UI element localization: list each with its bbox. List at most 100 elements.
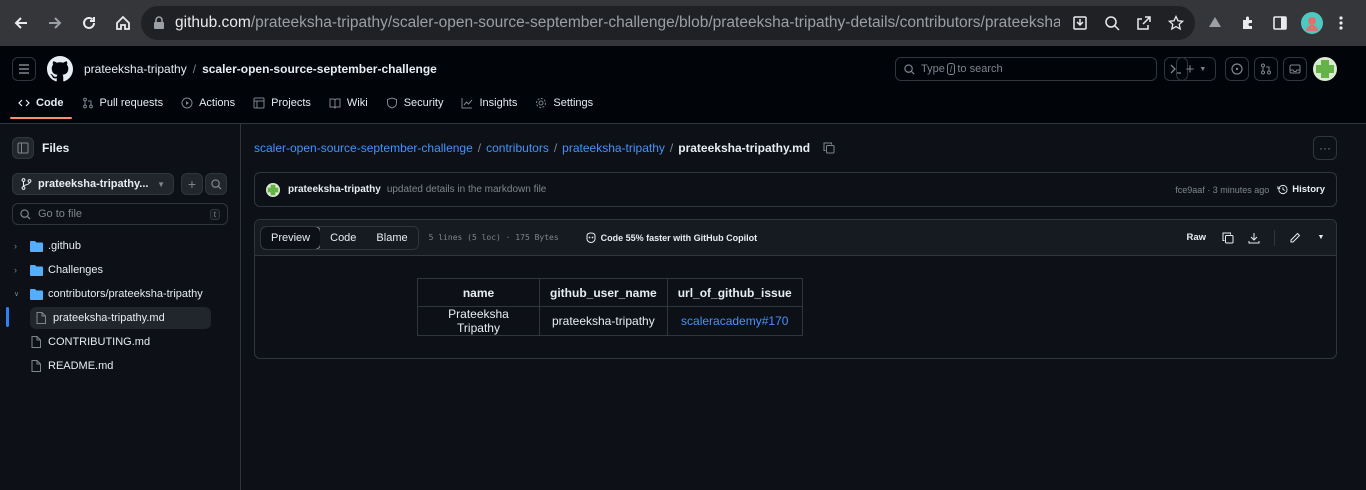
tab-insights[interactable]: Insights [453,94,525,119]
more-options-button[interactable]: ··· [1313,136,1337,160]
tree-file-readme[interactable]: README.md [31,355,113,377]
tab-code-view[interactable]: Code [320,226,367,249]
tree-folder-contributors[interactable]: ∨ contributors/prateeksha-tripathy [14,283,203,305]
breadcrumb-dir-user[interactable]: prateeksha-tripathy [562,141,665,155]
file-header: Preview Code Blame 5 lines (5 loc) · 175… [255,220,1336,256]
tree-folder-github[interactable]: › .github [14,235,81,257]
history-button[interactable]: History [1277,184,1325,195]
github-logo-icon[interactable] [47,56,73,82]
download-icon[interactable] [1244,227,1264,249]
copilot-text: Code 55% faster with GitHub Copilot [600,232,758,243]
tree-label: README.md [48,360,114,372]
tab-label: Actions [199,97,236,109]
table-icon [253,97,265,109]
search-icon [210,178,222,190]
back-arrow-icon[interactable] [7,9,35,37]
user-avatar[interactable] [1313,57,1337,81]
repo-name-link[interactable]: scaler-open-source-september-challenge [202,62,437,76]
commit-author[interactable]: prateeksha-tripathy [288,184,381,195]
collapse-sidebar-button[interactable] [12,137,34,159]
edit-pencil-icon[interactable] [1285,227,1305,249]
pull-requests-button[interactable] [1254,57,1278,81]
commit-meta[interactable]: fce9aaf · 3 minutes ago [1175,185,1269,195]
tab-label: Security [403,97,444,109]
tab-label: Wiki [346,97,368,109]
sidepanel-icon[interactable] [1272,0,1288,46]
chevron-down-icon[interactable]: ▼ [1311,227,1331,249]
create-new-button[interactable]: + ▼ [1176,57,1216,81]
history-icon [1277,184,1288,195]
tree-file-contributing[interactable]: CONTRIBUTING.md [31,331,150,353]
file-breadcrumb: scaler-open-source-september-challenge /… [254,141,835,155]
search-icon [904,63,915,75]
add-file-button[interactable]: + [181,173,203,195]
copilot-promo[interactable]: Code 55% faster with GitHub Copilot [585,232,758,243]
copy-raw-icon[interactable] [1218,227,1238,249]
commit-message[interactable]: updated details in the markdown file [387,184,547,195]
search-placeholder-suffix: to search [957,63,1003,75]
install-app-icon[interactable] [1069,12,1091,34]
tab-code[interactable]: Code [10,94,72,119]
goto-file-input[interactable]: Go to file t [12,203,228,225]
tab-actions[interactable]: Actions [173,94,243,119]
extensions-puzzle-icon[interactable] [1240,0,1256,46]
reload-icon[interactable] [75,9,103,37]
goto-placeholder: Go to file [38,208,83,220]
address-bar[interactable]: github.com/prateeksha-tripathy/scaler-op… [141,6,1195,40]
tab-wiki[interactable]: Wiki [321,94,376,119]
copilot-icon [586,232,596,243]
forward-arrow-icon[interactable] [41,9,69,37]
tab-projects[interactable]: Projects [245,94,319,119]
repo-breadcrumb: prateeksha-tripathy / scaler-open-source… [84,62,437,76]
tree-folder-challenges[interactable]: › Challenges [14,259,103,281]
home-icon[interactable] [109,9,137,37]
tab-label: Settings [553,97,594,109]
profile-avatar[interactable] [1301,0,1323,46]
breadcrumb-separator: / [669,141,674,155]
inbox-button[interactable] [1283,57,1307,81]
table-header: name [417,278,540,307]
tab-pull-requests[interactable]: Pull requests [74,94,172,119]
share-icon[interactable] [1133,12,1155,34]
breadcrumb-separator: / [553,141,558,155]
url-text: github.com/prateeksha-tripathy/scaler-op… [175,14,1060,32]
tab-preview[interactable]: Preview [260,226,322,249]
avatar [266,182,280,197]
breadcrumb-dir-contributors[interactable]: contributors [486,141,549,155]
lock-icon[interactable] [153,16,165,30]
breadcrumb-separator: / [477,141,482,155]
search-files-button[interactable] [205,173,227,195]
raw-button[interactable]: Raw [1180,227,1212,249]
history-label: History [1292,184,1325,195]
tab-label: Pull requests [99,97,164,109]
tree-file-selected[interactable]: prateeksha-tripathy.md [30,307,211,329]
tab-settings[interactable]: Settings [527,94,601,119]
bookmark-star-icon[interactable] [1165,12,1187,34]
chrome-menu-icon[interactable] [1338,0,1344,46]
search-input[interactable]: Type / to search [895,57,1157,81]
file-info: 5 lines (5 loc) · 175 Bytes [428,233,559,242]
hamburger-menu-button[interactable] [12,57,36,81]
zoom-icon[interactable] [1101,12,1123,34]
copy-path-icon[interactable] [823,142,835,154]
play-icon [181,97,193,109]
branch-selector[interactable]: prateeksha-tripathy... ▼ [12,173,174,195]
breadcrumb-repo-link[interactable]: scaler-open-source-september-challenge [254,141,473,155]
drive-extension-icon[interactable] [1207,0,1223,46]
issue-link[interactable]: scaleracademy#170 [681,314,788,328]
graph-icon [461,98,473,109]
kebab-horizontal-icon: ··· [1319,141,1331,155]
search-icon [20,208,31,220]
tab-security[interactable]: Security [378,94,452,119]
issues-button[interactable] [1225,57,1249,81]
file-viewer: Preview Code Blame 5 lines (5 loc) · 175… [254,219,1337,359]
chevron-down-icon: ▼ [1199,65,1207,73]
tab-label: Code [36,97,64,109]
folder-open-icon [30,288,43,300]
chevron-down-icon: ∨ [14,291,20,298]
table-cell: prateeksha-tripathy [539,306,668,336]
tab-blame[interactable]: Blame [366,226,418,249]
tree-label: CONTRIBUTING.md [48,336,151,348]
branch-icon [21,178,32,190]
repo-owner-link[interactable]: prateeksha-tripathy [84,62,187,76]
